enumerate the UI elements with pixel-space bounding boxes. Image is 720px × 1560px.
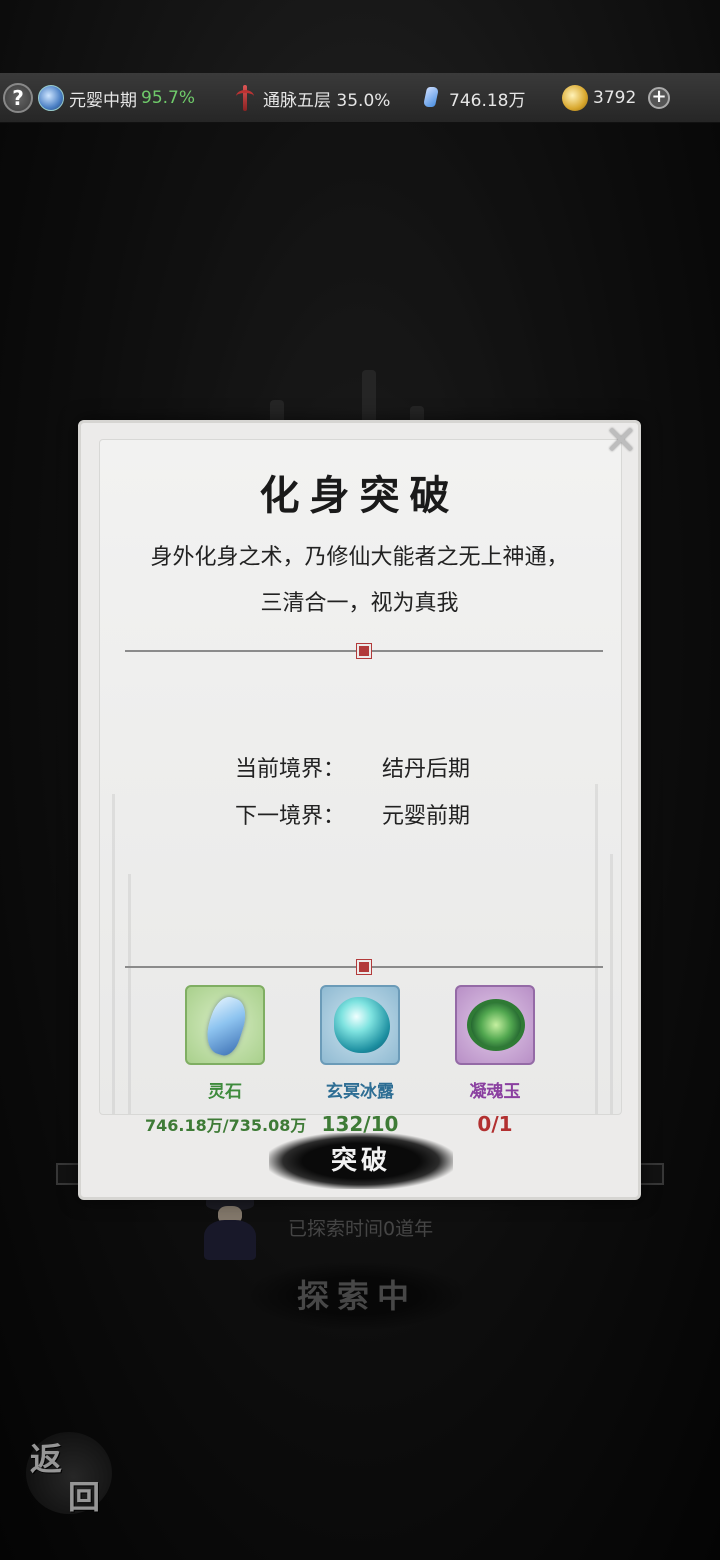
dialog-title: 化身突破: [259, 472, 460, 519]
next-realm-row: 下一境界： 元婴前期: [235, 798, 470, 830]
crystal-icon: [418, 85, 444, 111]
soul-jade-slot[interactable]: [455, 985, 535, 1065]
next-realm-label: 下一境界：: [235, 804, 346, 829]
requirement-spirit-stone[interactable]: 灵石 746.18万/735.08万: [145, 985, 306, 1136]
help-button[interactable]: ?: [3, 83, 33, 113]
add-gold-button[interactable]: +: [648, 87, 670, 109]
realm-progress: 95.7%: [141, 88, 196, 108]
current-realm-value: 结丹后期: [382, 757, 471, 782]
spirit-stone-stat: 746.18万: [418, 85, 525, 111]
ice-dew-slot[interactable]: [320, 985, 400, 1065]
top-status-bar: ? 元婴中期 95.7% 通脉五层 35.0% 746.18万 3792 +: [0, 73, 720, 123]
spirit-stone-icon: [200, 993, 252, 1059]
requirement-ice-dew[interactable]: 玄冥冰露 132/10: [320, 985, 400, 1136]
realm-name: 元婴中期: [69, 90, 137, 111]
description-line-2: 三清合一，视为真我: [260, 591, 459, 616]
gold-stat: 3792: [562, 85, 636, 111]
ice-dew-icon: [334, 997, 390, 1053]
top-divider: [125, 643, 603, 659]
item-count: 0/1: [477, 1112, 513, 1136]
avatar-breakthrough-dialog: ✕ 化身突破 身外化身之术，乃修仙大能者之无上神通， 三清合一，视为真我 当前境…: [78, 420, 641, 1200]
item-name: 玄冥冰露: [326, 1082, 394, 1102]
seal-icon: [356, 959, 372, 975]
realm-stat: 元婴中期 95.7%: [38, 85, 195, 111]
requirement-soul-jade[interactable]: 凝魂玉 0/1: [455, 985, 535, 1136]
next-realm-value: 元婴前期: [382, 804, 471, 829]
coin-icon: [562, 85, 588, 111]
item-name: 凝魂玉: [469, 1082, 521, 1102]
bottom-divider: [125, 959, 603, 975]
soul-jade-icon: [467, 999, 525, 1051]
item-name: 灵石: [208, 1082, 242, 1102]
meridian-value: 通脉五层 35.0%: [263, 90, 391, 111]
close-icon[interactable]: ✕: [600, 421, 642, 461]
current-realm-row: 当前境界： 结丹后期: [235, 751, 470, 783]
description-line-1: 身外化身之术，乃修仙大能者之无上神通，: [150, 545, 569, 570]
meridian-icon: [232, 85, 258, 111]
dialog-description: 身外化身之术，乃修仙大能者之无上神通， 三清合一，视为真我: [81, 535, 638, 627]
spirit-stone-value: 746.18万: [449, 90, 526, 111]
meridian-stat: 通脉五层 35.0%: [232, 85, 390, 111]
seal-icon: [356, 643, 372, 659]
gold-value: 3792: [593, 88, 637, 108]
spirit-stone-slot[interactable]: [185, 985, 265, 1065]
breakthrough-button[interactable]: 突破: [269, 1133, 453, 1189]
taiji-icon: [38, 85, 64, 111]
current-realm-label: 当前境界：: [235, 757, 346, 782]
